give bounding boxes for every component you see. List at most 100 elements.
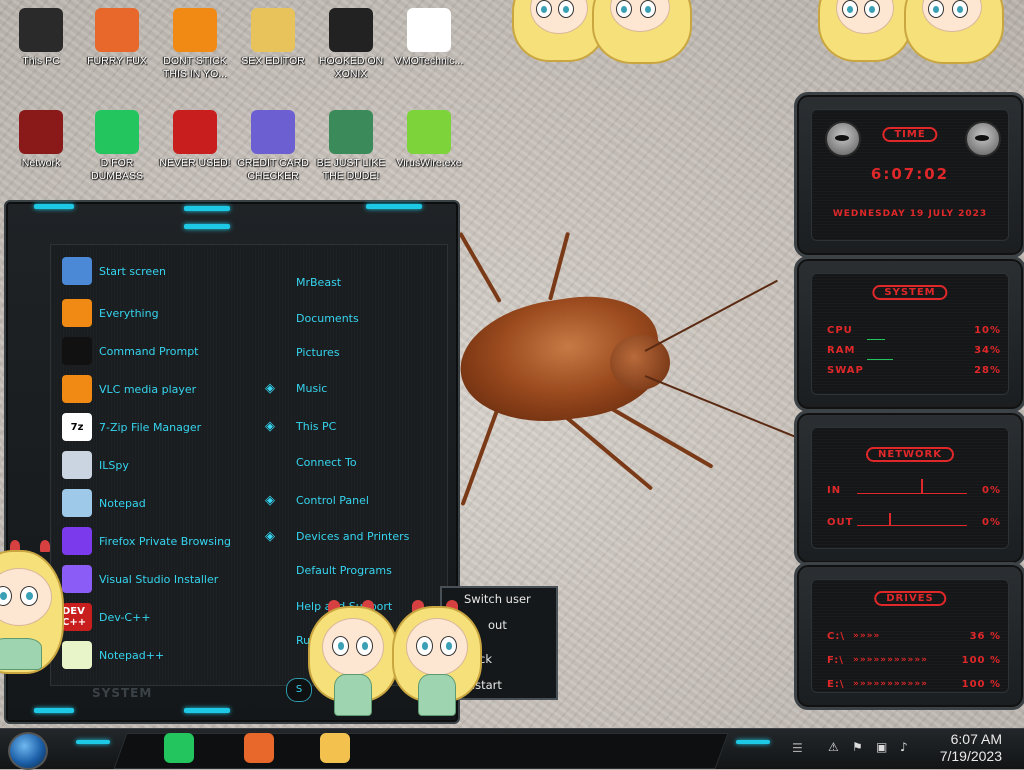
start-menu-link[interactable]: Devices and Printers [296, 530, 409, 543]
drives-gadget: DRIVES C:\ 36 % F:\ 100 % E:\ 100 %»»»»»»»»»»… [794, 562, 1024, 710]
start-button[interactable] [8, 732, 48, 770]
start-menu-item[interactable]: Notepad++ [62, 640, 262, 670]
alien-head-icon [965, 121, 1001, 157]
spotify-icon [95, 110, 139, 154]
gadget-date: WEDNESDAY 19 JULY 2023 [832, 209, 988, 219]
network-row-value: 0% [982, 517, 1001, 528]
desktop-icon[interactable]: D FOR DUMBASS [80, 110, 154, 183]
taskbar: ☰ [0, 728, 1024, 769]
start-menu-item[interactable]: Firefox Private Browsing [62, 526, 262, 556]
time-gadget: TIME 6:07:02 WEDNESDAY 19 JULY 2023 [794, 92, 1024, 258]
start-menu-item-label: Command Prompt [99, 344, 199, 358]
firefox-icon [95, 8, 139, 52]
start-menu-item-label: ILSpy [99, 458, 129, 472]
clock-time: 6:07 AM [950, 731, 1002, 747]
7zip-icon: 7z [62, 413, 92, 441]
start-menu-link[interactable]: Music [296, 382, 327, 395]
start-menu-link[interactable]: Documents [296, 312, 359, 325]
cartoon-character-top-left [512, 0, 692, 64]
network-icon[interactable]: ▣ [876, 740, 887, 754]
desktop-icon[interactable]: DONT STICK THIS IN YO... [158, 8, 232, 81]
desktop-icon[interactable]: This PC [4, 8, 78, 68]
desktop-icon-label: This PC [22, 55, 60, 67]
firefox-private-icon [62, 527, 92, 555]
system-row-label: CPU [827, 325, 853, 336]
time-gadget-title: TIME [882, 127, 938, 142]
notification-icon[interactable]: ⚠ [828, 740, 839, 754]
system-label: SYSTEM [92, 686, 153, 700]
drives-row-value: 100 % [961, 655, 1001, 666]
start-menu-item-label: 7-Zip File Manager [99, 420, 202, 434]
desktop-icon[interactable]: VMOTechnic... [392, 8, 466, 68]
desktop-icon[interactable]: BE JUST LIKE THE DUDE! [314, 110, 388, 183]
desktop-icon-label: CREDIT CARD CHECKER [237, 157, 309, 182]
tray-overflow-chevron-icon[interactable]: ☰ [792, 741, 803, 755]
start-menu-item[interactable]: ILSpy [62, 450, 262, 480]
system-row-label: RAM [827, 345, 856, 356]
start-menu-item-label: Visual Studio Installer [99, 572, 219, 586]
start-menu-item[interactable]: DEV C++ Dev-C++ [62, 602, 262, 632]
credit-card-icon [251, 110, 295, 154]
start-menu-item[interactable]: Command Prompt [62, 336, 262, 366]
start-menu-item-label: Firefox Private Browsing [99, 534, 232, 548]
notepadpp-icon [62, 641, 92, 669]
magnifier-icon [62, 299, 92, 327]
drives-row-label: E:\ [827, 679, 845, 690]
desktop-icon-label: FURRY FUX [87, 55, 147, 67]
network-gadget: NETWORK IN 0% OUT 0% [794, 410, 1024, 566]
start-menu-item[interactable]: VLC media player [62, 374, 262, 404]
drive-usage-bar: »»»»»»»»»»» [853, 655, 928, 665]
vlc-icon [173, 8, 217, 52]
volume-icon[interactable]: ♪ [900, 740, 908, 754]
start-menu-item[interactable]: Everything [62, 298, 262, 328]
doctor-icon [407, 8, 451, 52]
ilspy-icon [62, 451, 92, 479]
start-menu-item[interactable]: Notepad [62, 488, 262, 518]
sign-out-item[interactable]: out [488, 618, 507, 632]
start-menu-item[interactable]: Start screen [62, 256, 262, 286]
network-gadget-title: NETWORK [865, 447, 955, 462]
start-menu-link[interactable]: MrBeast [296, 276, 341, 289]
desktop-icon-label: DONT STICK THIS IN YO... [163, 55, 227, 80]
desktop-icon[interactable]: VirusWire.exe [392, 110, 466, 170]
desktop-icon[interactable]: FURRY FUX [80, 8, 154, 68]
system-row-value: 10% [974, 325, 1001, 336]
system-row-label: SWAP [827, 365, 864, 376]
network-icon [19, 110, 63, 154]
start-menu-item-label: VLC media player [99, 382, 197, 396]
power-button-label: S [295, 684, 303, 695]
notepad-icon [62, 489, 92, 517]
start-menu-link[interactable]: Pictures [296, 346, 340, 359]
desktop-icon[interactable]: HOOKED ON XONIX [314, 8, 388, 81]
desktop-icon[interactable]: Network [4, 110, 78, 170]
start-menu-item[interactable]: 7z 7-Zip File Manager [62, 412, 262, 442]
hxd-icon [251, 8, 295, 52]
start-menu-item[interactable]: Visual Studio Installer [62, 564, 262, 594]
network-row-label: OUT [827, 517, 854, 528]
desktop-icon[interactable]: NEVER USED! [158, 110, 232, 170]
taskbar-clock[interactable]: 6:07 AM 7/19/2023 [940, 731, 1002, 765]
taskbar-firefox-button[interactable] [244, 733, 274, 763]
submenu-arrow-icon: ◈ [265, 529, 275, 544]
start-menu-link[interactable]: Connect To [296, 456, 357, 469]
desktop-icon[interactable]: CREDIT CARD CHECKER [236, 110, 310, 183]
desktop-icon[interactable]: SEX EDITOR [236, 8, 310, 68]
desktop-icon-label: D FOR DUMBASS [91, 157, 143, 182]
drives-row-value: 36 % [969, 631, 1001, 642]
lime-icon [407, 110, 451, 154]
submenu-arrow-icon: ◈ [265, 381, 275, 396]
start-menu-link[interactable]: Control Panel [296, 494, 369, 507]
submenu-arrow-icon: ◈ [265, 419, 275, 434]
start-menu-link[interactable]: Default Programs [296, 564, 392, 577]
start-menu-link[interactable]: This PC [296, 420, 336, 433]
desktop-icon-label: VirusWire.exe [396, 157, 462, 169]
cartoon-character-top-right [818, 0, 1004, 64]
taskbar-spotify-button[interactable] [164, 733, 194, 763]
taskbar-file-explorer-button[interactable] [320, 733, 350, 763]
visual-studio-icon [62, 565, 92, 593]
flag-icon[interactable]: ⚑ [852, 740, 863, 754]
drives-row-label: C:\ [827, 631, 845, 642]
drives-gadget-title: DRIVES [874, 591, 946, 606]
cartoon-character-bottom-2 [390, 600, 482, 720]
system-gadget-title: SYSTEM [872, 285, 948, 300]
